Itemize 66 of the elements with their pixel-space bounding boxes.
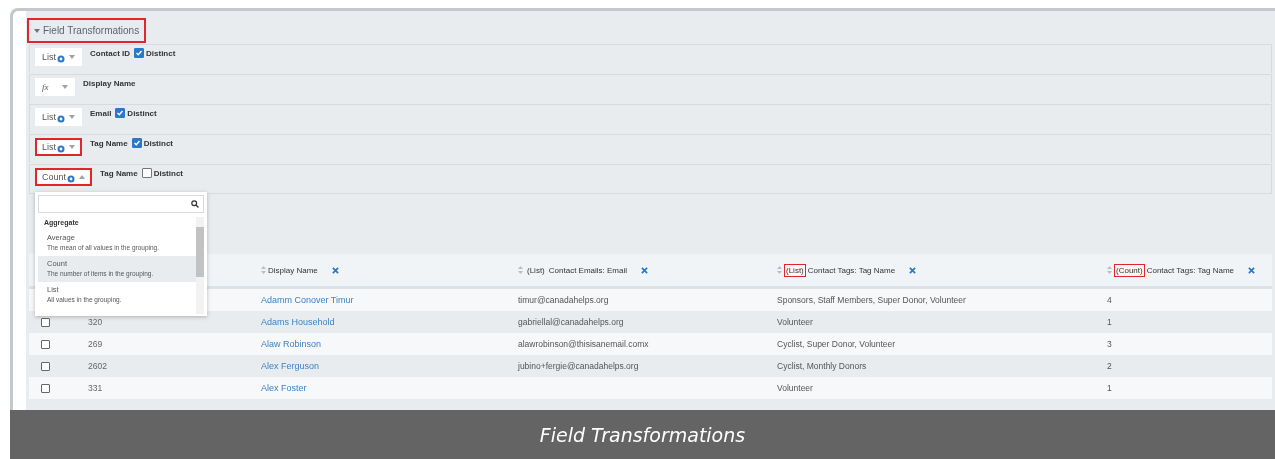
table-cell: Cyclist, Super Donor, Volunteer bbox=[777, 339, 896, 349]
column-header[interactable]: Display Name bbox=[268, 265, 318, 275]
contact-id: 331 bbox=[88, 383, 103, 393]
table-cell: Volunteer bbox=[777, 383, 813, 393]
distinct-checkbox[interactable] bbox=[115, 108, 126, 118]
table-cell: 1 bbox=[1107, 383, 1112, 393]
table-cell: 1 bbox=[1107, 317, 1112, 327]
caret-icon bbox=[69, 145, 75, 149]
remove-icon[interactable] bbox=[641, 266, 649, 274]
checkbox-label: Distinct bbox=[146, 48, 176, 58]
column-header[interactable]: Contact Tags: Tag Name bbox=[1146, 265, 1234, 275]
checkbox-label: Distinct bbox=[153, 168, 183, 178]
table-cell: Volunteer bbox=[777, 317, 813, 327]
search-field[interactable] bbox=[38, 195, 204, 213]
contact-link[interactable]: Alex Foster bbox=[261, 383, 307, 393]
remove-icon[interactable] bbox=[909, 266, 917, 274]
field-label: Email bbox=[90, 108, 112, 118]
field-label: Display Name bbox=[83, 78, 136, 88]
column-prefix: (List) bbox=[526, 264, 546, 277]
remove-icon[interactable] bbox=[331, 266, 339, 274]
section-heading[interactable]: Field Transformations bbox=[27, 18, 147, 43]
function-select[interactable]: Count bbox=[35, 168, 93, 186]
contact-link[interactable]: Alex Ferguson bbox=[261, 361, 320, 371]
caret-icon bbox=[69, 55, 75, 59]
contact-link[interactable]: Adamm Conover Timur bbox=[261, 295, 354, 305]
function-select[interactable]: List bbox=[35, 138, 82, 156]
contact-link[interactable]: Adams Household bbox=[261, 317, 335, 327]
distinct-checkbox[interactable] bbox=[134, 48, 144, 58]
caret-icon bbox=[62, 85, 68, 89]
table-cell: Sponsors, Staff Members, Super Donor, Volunteer bbox=[777, 295, 966, 305]
caret-icon bbox=[34, 28, 40, 33]
row-checkbox[interactable] bbox=[41, 383, 50, 393]
column-prefix: (List) bbox=[784, 263, 806, 277]
table-cell: timur@canadahelps.org bbox=[518, 295, 609, 305]
checkbox-label: Distinct bbox=[127, 108, 157, 118]
table-cell: alawrobinson@thisisanemail.comx bbox=[518, 339, 649, 349]
checkbox-label: Distinct bbox=[143, 138, 173, 148]
function-select[interactable]: List bbox=[35, 48, 82, 66]
field-label: Contact ID bbox=[90, 48, 130, 58]
search-icon bbox=[191, 200, 199, 208]
table-cell: 4 bbox=[1107, 295, 1112, 305]
contact-link[interactable]: Alaw Robinson bbox=[261, 339, 322, 349]
table-cell: jubino+fergie@canadahelps.org bbox=[518, 361, 639, 371]
table-cell: 3 bbox=[1107, 339, 1112, 349]
column-header[interactable]: Contact Emails: Email bbox=[548, 265, 628, 275]
table-cell: Cyclist, Monthly Donors bbox=[777, 361, 867, 371]
field-label: Tag Name bbox=[90, 138, 128, 148]
distinct-checkbox[interactable] bbox=[131, 138, 142, 148]
table-cell: 2 bbox=[1107, 361, 1112, 371]
distinct-checkbox[interactable] bbox=[141, 168, 152, 178]
field-label: Tag Name bbox=[100, 168, 138, 178]
function-select[interactable]: fx bbox=[35, 78, 75, 96]
caption: Field Transformations bbox=[10, 410, 1275, 459]
contact-id: 2602 bbox=[88, 361, 107, 371]
table-cell: gabriellal@canadahelps.org bbox=[518, 317, 624, 327]
column-prefix: (Count) bbox=[1114, 263, 1145, 277]
function-select[interactable]: List bbox=[35, 108, 82, 126]
contact-id: 269 bbox=[88, 339, 103, 349]
remove-icon[interactable] bbox=[1248, 266, 1255, 274]
row-checkbox[interactable] bbox=[41, 339, 50, 349]
row-checkbox[interactable] bbox=[41, 361, 50, 371]
caret-icon bbox=[69, 115, 75, 119]
row-checkbox[interactable] bbox=[41, 317, 50, 327]
column-header[interactable]: Contact Tags: Tag Name bbox=[807, 265, 896, 275]
contact-id: 320 bbox=[88, 317, 103, 327]
scrollbar[interactable] bbox=[196, 217, 204, 314]
